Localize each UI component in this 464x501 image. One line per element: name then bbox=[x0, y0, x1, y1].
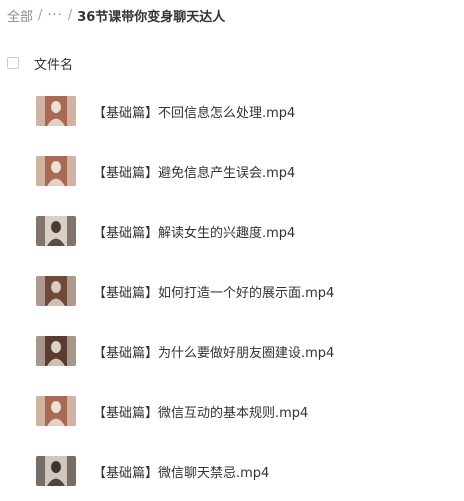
column-header-filename[interactable]: 文件名 bbox=[34, 54, 73, 73]
file-name[interactable]: 【基础篇】不回信息怎么处理.mp4 bbox=[93, 102, 295, 121]
file-list: 【基础篇】不回信息怎么处理.mp4 【基础篇】避免信息产生误会.mp4 【基础篇】解… bbox=[0, 81, 464, 501]
file-row[interactable]: 【基础篇】不回信息怎么处理.mp4 bbox=[0, 81, 464, 141]
breadcrumb-root-link[interactable]: 全部 bbox=[7, 6, 33, 25]
video-thumbnail[interactable] bbox=[36, 216, 76, 246]
file-name[interactable]: 【基础篇】微信聊天禁忌.mp4 bbox=[93, 462, 269, 481]
file-name[interactable]: 【基础篇】微信互动的基本规则.mp4 bbox=[93, 402, 308, 421]
file-row[interactable]: 【基础篇】如何打造一个好的展示面.mp4 bbox=[0, 261, 464, 321]
video-thumbnail[interactable] bbox=[36, 396, 76, 426]
file-name[interactable]: 【基础篇】如何打造一个好的展示面.mp4 bbox=[93, 282, 334, 301]
video-thumbnail[interactable] bbox=[36, 336, 76, 366]
select-all-checkbox[interactable] bbox=[7, 57, 19, 69]
file-row[interactable]: 【基础篇】微信聊天禁忌.mp4 bbox=[0, 441, 464, 501]
file-name[interactable]: 【基础篇】避免信息产生误会.mp4 bbox=[93, 162, 295, 181]
video-thumbnail[interactable] bbox=[36, 96, 76, 126]
video-thumbnail[interactable] bbox=[36, 276, 76, 306]
file-name[interactable]: 【基础篇】为什么要做好朋友圈建设.mp4 bbox=[93, 342, 334, 361]
breadcrumb-ellipsis-button[interactable]: ··· bbox=[47, 8, 62, 23]
video-thumbnail[interactable] bbox=[36, 456, 76, 486]
breadcrumb-separator: / bbox=[67, 7, 73, 23]
file-name[interactable]: 【基础篇】解读女生的兴趣度.mp4 bbox=[93, 222, 295, 241]
breadcrumb-current-folder: 36节课带你变身聊天达人 bbox=[77, 9, 226, 25]
file-list-header: 文件名 bbox=[7, 54, 73, 73]
file-row[interactable]: 【基础篇】解读女生的兴趣度.mp4 bbox=[0, 201, 464, 261]
video-thumbnail[interactable] bbox=[36, 156, 76, 186]
breadcrumb: 全部 / ··· / 36节课带你变身聊天达人 bbox=[7, 5, 225, 25]
breadcrumb-separator: / bbox=[38, 7, 43, 23]
file-row[interactable]: 【基础篇】微信互动的基本规则.mp4 bbox=[0, 381, 464, 441]
file-row[interactable]: 【基础篇】避免信息产生误会.mp4 bbox=[0, 141, 464, 201]
file-row[interactable]: 【基础篇】为什么要做好朋友圈建设.mp4 bbox=[0, 321, 464, 381]
